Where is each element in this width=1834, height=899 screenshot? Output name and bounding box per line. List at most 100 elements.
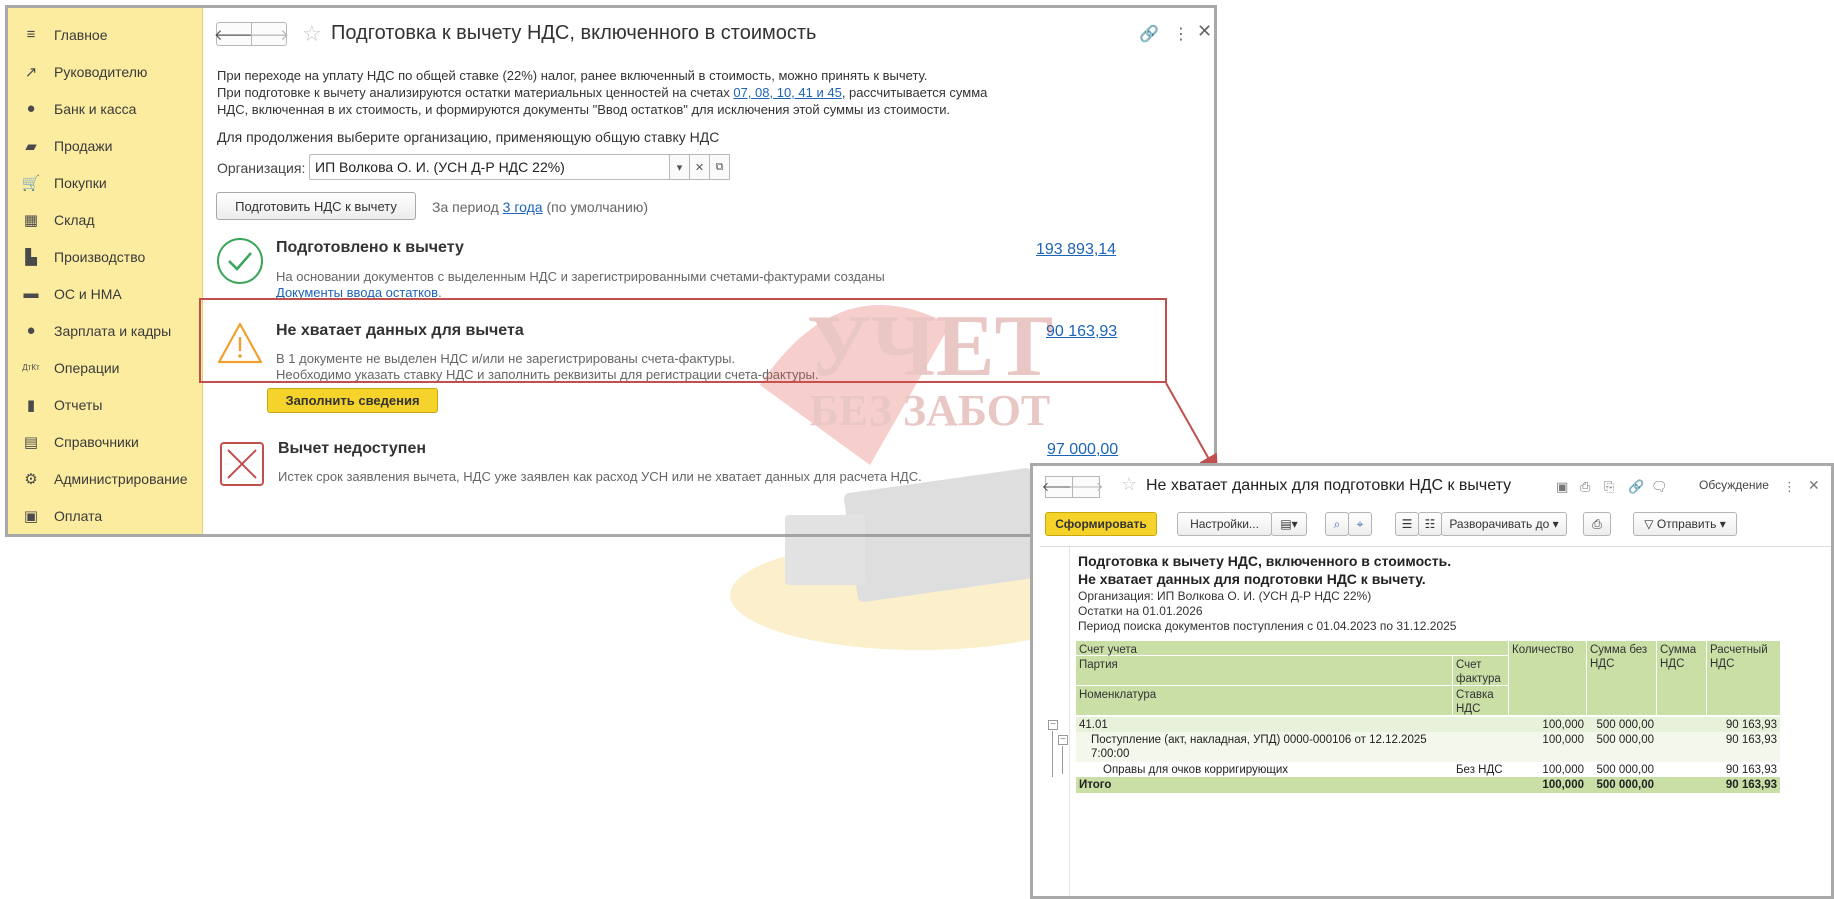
report-window: 🡐 🡒 ☆ Не хватает данных для подготовки Н… <box>1030 463 1834 899</box>
report-link-icon[interactable]: 🔗 <box>1628 479 1644 495</box>
row-name: 41.01 <box>1079 719 1108 731</box>
header-calc-vat: Расчетный НДС <box>1707 641 1780 716</box>
description-line-2: При подготовке к вычету анализируются ос… <box>217 84 1117 101</box>
total-label: Итого <box>1079 779 1112 791</box>
sidebar: ≡ Главное ↗ Руководителю ● Банк и касса ▰ Прода… <box>8 8 203 534</box>
row-name: Оправы для очков корригирующих <box>1103 764 1289 776</box>
variants-dropdown-icon[interactable]: ▤▾ <box>1271 512 1307 536</box>
row-qty: 100,000 <box>1542 734 1584 746</box>
description-line-1: При переходе на уплату НДС по общей став… <box>217 68 928 83</box>
row-name-time: 7:00:00 <box>1091 748 1130 760</box>
menu-icon: ≡ <box>26 26 36 43</box>
send-label: Отправить <box>1656 517 1717 531</box>
row-rate: Без НДС <box>1456 764 1503 776</box>
dropdown-icon[interactable]: ▾ <box>669 154 690 180</box>
header-sum: Сумма без НДС <box>1587 641 1657 716</box>
ready-title: Подготовлено к вычету <box>276 239 464 256</box>
report-body: Подготовка к вычету НДС, включенного в с… <box>1040 546 1831 896</box>
total-sum: 500 000,00 <box>1596 779 1654 791</box>
sidebar-item-label: ОС и НМА <box>54 285 122 302</box>
table-total-row: Итого 100,000 500 000,00 90 163,93 <box>1076 777 1780 793</box>
error-cross-icon <box>220 442 264 486</box>
gear-icon: ⚙ <box>24 470 38 488</box>
tree-line <box>1052 731 1053 777</box>
back-button[interactable]: 🡐 <box>214 22 254 46</box>
clear-icon[interactable]: ✕ <box>689 154 710 180</box>
report-favorite-star-icon[interactable]: ☆ <box>1121 474 1137 495</box>
discussion-icon[interactable]: 🗨 <box>1651 479 1668 495</box>
forward-button[interactable]: 🡒 <box>249 22 289 46</box>
org-field[interactable]: ИП Волкова О. И. (УСН Д-Р НДС 22%) <box>309 154 670 180</box>
collapse-group-icon[interactable]: − <box>1048 720 1058 730</box>
org-hint: Для продолжения выберите организацию, пр… <box>217 129 720 145</box>
collapse-groups-icon[interactable]: ☰ <box>1395 512 1419 536</box>
generate-button[interactable]: Сформировать <box>1045 512 1157 536</box>
search-clear-icon[interactable]: ⌖ <box>1348 512 1372 536</box>
print-icon[interactable]: ⎙ <box>1580 479 1590 495</box>
print-button-icon[interactable]: ⎙ <box>1583 512 1611 536</box>
header-qty: Количество <box>1509 641 1587 716</box>
sidebar-item-5[interactable]: 🛒 Покупки <box>8 164 203 201</box>
preview-icon[interactable]: ⎘ <box>1604 479 1614 495</box>
person-icon: ● <box>26 322 36 339</box>
sidebar-item-12[interactable]: ▤ Справочники <box>8 423 203 460</box>
link-icon[interactable]: 🔗 <box>1139 24 1159 44</box>
description-text: При подготовке к вычету анализируются ос… <box>217 85 734 100</box>
prepare-vat-button[interactable]: Подготовить НДС к вычету <box>216 192 416 220</box>
missing-data-highlight <box>199 298 1167 383</box>
table-row[interactable]: Поступление (акт, накладная, УПД) 0000-0… <box>1076 732 1780 762</box>
sidebar-item-2[interactable]: ↗ Руководителю <box>8 53 203 90</box>
unavailable-amount[interactable]: 97 000,00 <box>1047 441 1118 459</box>
row-name: Поступление (акт, накладная, УПД) 0000-0… <box>1091 734 1427 746</box>
ready-text: На основании документов с выделенным НДС… <box>276 269 885 284</box>
report-more-icon[interactable]: ⋮ <box>1783 479 1796 495</box>
warehouse-icon: ▦ <box>23 211 39 229</box>
sidebar-item-label: Оплата <box>54 507 103 524</box>
search-icon[interactable]: ⌕ <box>1325 512 1349 536</box>
sidebar-item-9[interactable]: ● Зарплата и кадры <box>8 312 203 349</box>
report-balance-line: Остатки на 01.01.2026 <box>1078 604 1203 618</box>
report-heading-2: Не хватает данных для подготовки НДС к в… <box>1078 571 1426 587</box>
sidebar-item-10[interactable]: ДтКт Операции <box>8 349 203 386</box>
sidebar-item-1[interactable]: ≡ Главное <box>8 16 203 53</box>
sidebar-item-11[interactable]: ▮ Отчеты <box>8 386 203 423</box>
save-icon[interactable]: ▣ <box>1556 479 1568 495</box>
sidebar-item-4[interactable]: ▰ Продажи <box>8 127 203 164</box>
sidebar-item-8[interactable]: ▬ ОС и НМА <box>8 275 203 312</box>
close-icon[interactable]: ✕ <box>1197 21 1212 42</box>
settings-button[interactable]: Настройки... <box>1177 512 1272 536</box>
period-text: За период 3 года (по умолчанию) <box>432 199 648 215</box>
sidebar-item-label: Справочники <box>54 433 139 450</box>
sidebar-item-7[interactable]: ▙ Производство <box>8 238 203 275</box>
open-icon[interactable]: ⧉ <box>709 154 730 180</box>
expand-groups-icon[interactable]: ☷ <box>1418 512 1442 536</box>
more-menu-icon[interactable]: ⋮ <box>1173 24 1189 44</box>
expand-to-label: Разворачивать до <box>1449 517 1550 531</box>
period-label: За период <box>432 199 503 215</box>
sidebar-item-label: Продажи <box>54 137 113 154</box>
discussion-button[interactable]: Обсуждение <box>1699 478 1769 492</box>
cart-icon: 🛒 <box>21 174 41 192</box>
report-heading-1: Подготовка к вычету НДС, включенного в с… <box>1078 553 1452 569</box>
check-circle-icon <box>217 238 263 284</box>
ready-amount[interactable]: 193 893,14 <box>1036 241 1116 259</box>
header-batch: Партия <box>1076 656 1453 686</box>
accounts-link[interactable]: 07, 08, 10, 41 и 45 <box>733 85 841 100</box>
sidebar-item-6[interactable]: ▦ Склад <box>8 201 203 238</box>
period-link[interactable]: 3 года <box>503 199 543 215</box>
report-close-icon[interactable]: ✕ <box>1808 477 1820 494</box>
collapse-group-icon[interactable]: − <box>1058 735 1068 745</box>
sidebar-item-14[interactable]: ▣ Оплата <box>8 497 203 534</box>
unavailable-text: Истек срок заявления вычета, НДС уже зая… <box>278 469 922 484</box>
table-row[interactable]: Оправы для очков корригирующих Без НДС 1… <box>1076 762 1780 777</box>
main-content: 🡐 🡒 ☆ Подготовка к вычету НДС, включенно… <box>204 8 1214 534</box>
trend-icon: ↗ <box>24 63 38 81</box>
sidebar-item-13[interactable]: ⚙ Администрирование <box>8 460 203 497</box>
expand-to-dropdown[interactable]: Разворачивать до ▾ <box>1441 512 1567 536</box>
sidebar-item-3[interactable]: ● Банк и касса <box>8 90 203 127</box>
favorite-star-icon[interactable]: ☆ <box>302 21 322 47</box>
send-dropdown[interactable]: ▽ Отправить ▾ <box>1633 512 1737 536</box>
table-row[interactable]: 41.01 100,000 500 000,00 90 163,93 <box>1076 717 1780 732</box>
report-forward-button[interactable]: 🡒 <box>1069 476 1103 498</box>
fill-info-button[interactable]: Заполнить сведения <box>267 388 438 413</box>
